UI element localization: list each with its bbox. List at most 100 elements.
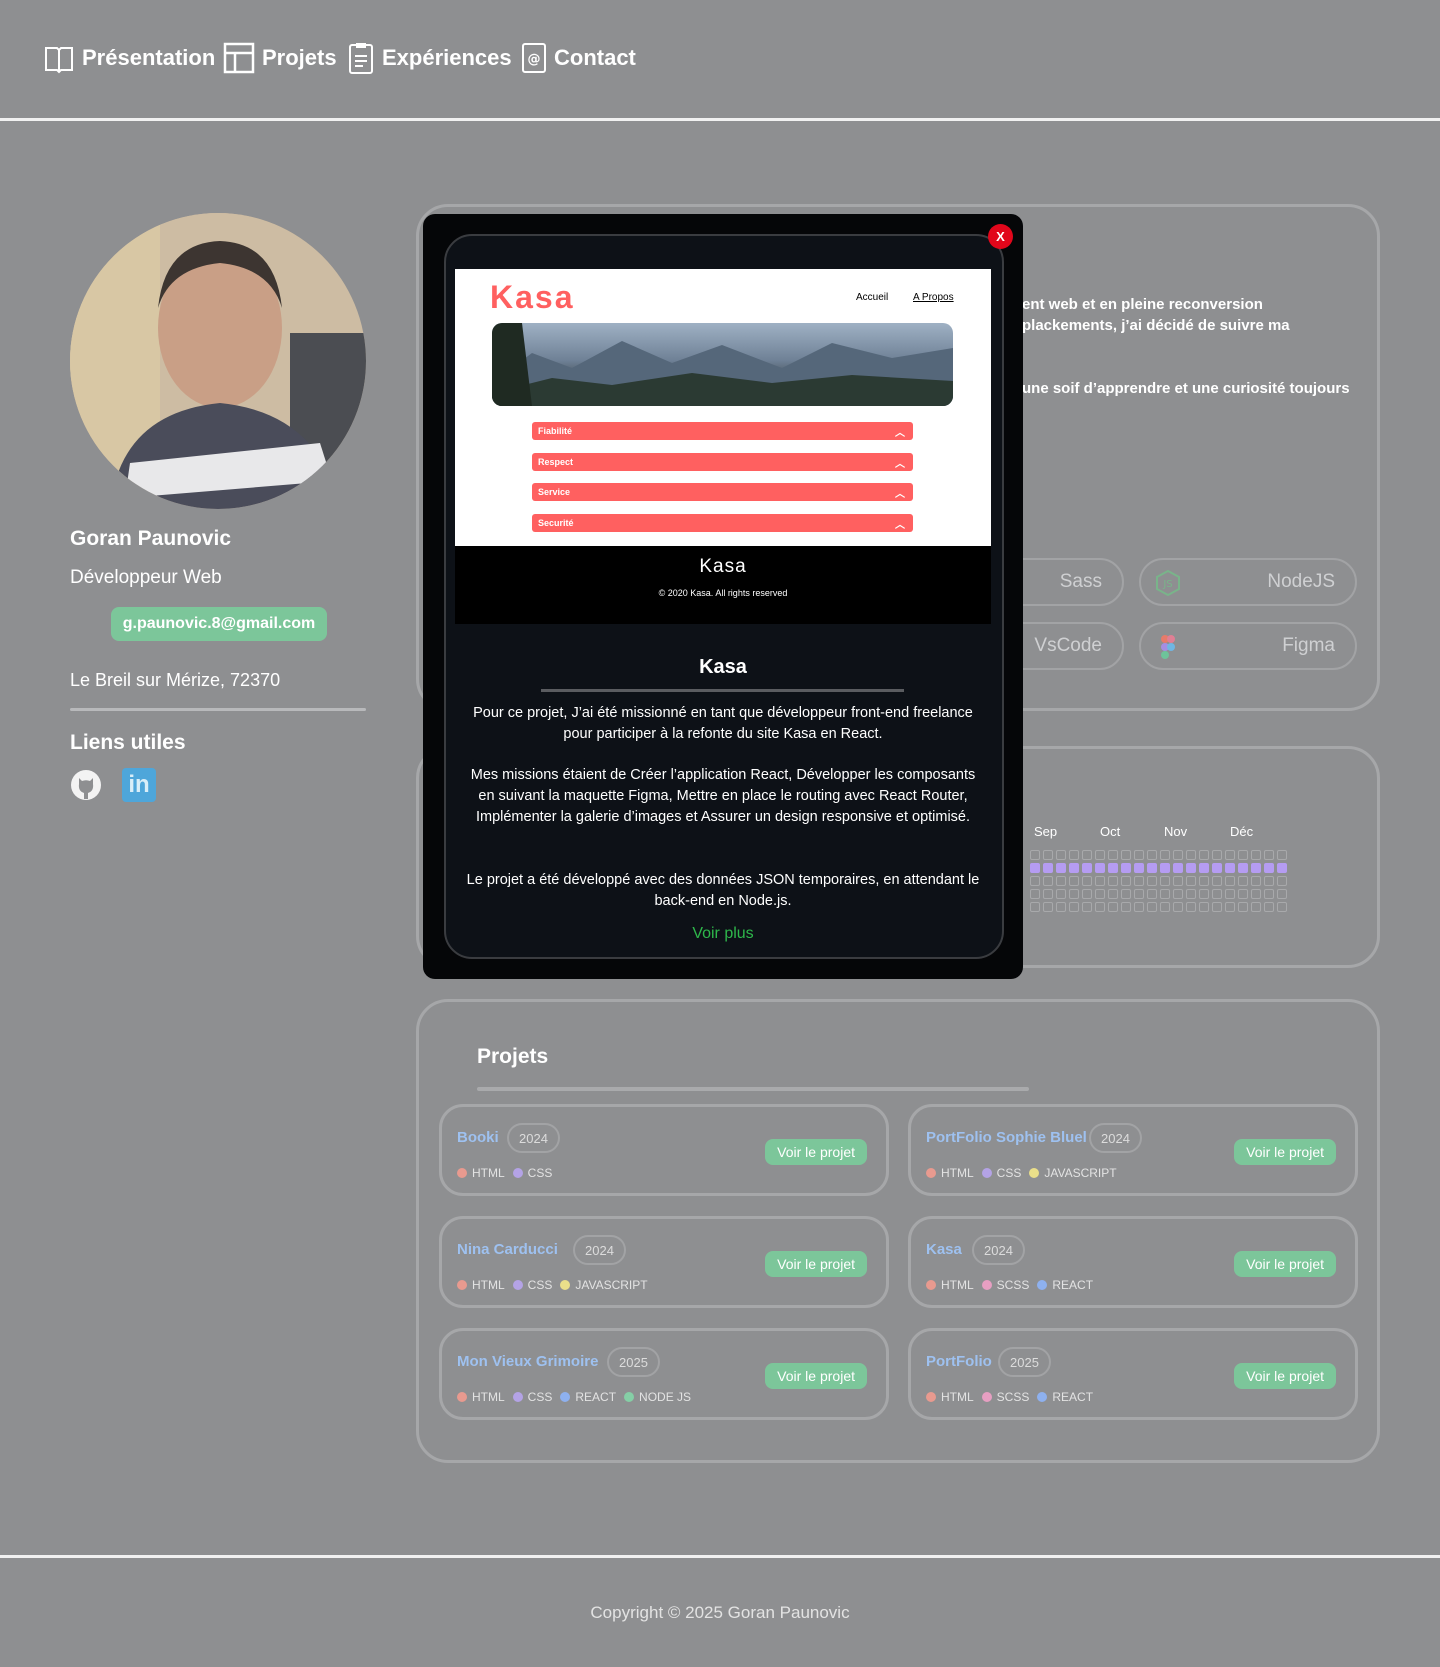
github-icon[interactable] <box>70 769 102 801</box>
tag-label: CSS <box>996 1166 1022 1180</box>
activity-cell <box>1186 850 1196 860</box>
tag-label: SCSS <box>996 1390 1030 1404</box>
activity-cell <box>1095 876 1105 886</box>
activity-cell <box>1043 876 1053 886</box>
activity-cell <box>1199 902 1209 912</box>
copyright: Copyright © 2025 Goran Paunovic <box>590 1603 850 1622</box>
nav-presentation[interactable]: Présentation <box>43 42 215 74</box>
activity-cell <box>1277 863 1287 873</box>
activity-cell <box>1069 850 1079 860</box>
activity-cell <box>1251 850 1261 860</box>
svg-text:JS: JS <box>1162 579 1172 590</box>
kasa-accordion: Securité ︿ <box>532 514 913 532</box>
activity-cell <box>1264 876 1274 886</box>
activity-cell <box>1225 889 1235 899</box>
links-title: Liens utiles <box>70 731 186 754</box>
activity-cell <box>1147 889 1157 899</box>
email-badge[interactable]: g.paunovic.8@gmail.com <box>111 607 327 641</box>
kasa-nav-item: A Propos <box>913 292 954 303</box>
kasa-accordion: Service ︿ <box>532 483 913 501</box>
activity-cell <box>1030 850 1040 860</box>
activity-cell <box>1095 889 1105 899</box>
linkedin-icon[interactable]: in <box>122 768 156 802</box>
chevron-up-icon: ︿ <box>895 428 905 439</box>
tag-label: HTML <box>941 1390 974 1404</box>
avatar <box>70 213 366 509</box>
view-project-button[interactable]: Voir le projet <box>1234 1363 1336 1389</box>
modal-title: Kasa <box>699 656 747 678</box>
activity-cell <box>1199 876 1209 886</box>
activity-cell <box>1056 850 1066 860</box>
activity-cell <box>1121 889 1131 899</box>
view-project-button[interactable]: Voir le projet <box>765 1251 867 1277</box>
activity-cell <box>1199 863 1209 873</box>
kasa-footer: Kasa © 2020 Kasa. All rights reserved <box>455 546 991 624</box>
activity-cell <box>1160 902 1170 912</box>
project-title: Mon Vieux Grimoire <box>457 1353 599 1370</box>
activity-grid <box>1030 850 1287 912</box>
activity-cell <box>1095 902 1105 912</box>
tech-tag: CSS <box>512 1390 552 1404</box>
tag-dot <box>981 1392 992 1402</box>
nav-label: Contact <box>554 45 636 70</box>
svg-text:@: @ <box>528 52 541 67</box>
project-tags: HTML CSS JAVASCRIPT <box>457 1278 656 1292</box>
see-more-link[interactable]: Voir plus <box>423 925 1023 943</box>
tech-tag: HTML <box>457 1278 505 1292</box>
project-screenshot: Kasa Accueil A Propos Fiabilité ︿ Respect… <box>455 269 991 624</box>
view-project-button[interactable]: Voir le projet <box>1234 1251 1336 1277</box>
activity-cell <box>1225 902 1235 912</box>
project-title: Kasa <box>926 1241 962 1258</box>
close-button[interactable]: X <box>988 224 1013 249</box>
activity-cell <box>1199 850 1209 860</box>
tag-dot <box>560 1280 571 1290</box>
nav-projets[interactable]: Projets <box>223 42 337 74</box>
nav-experiences[interactable]: Expériences <box>347 42 512 74</box>
activity-cell <box>1212 902 1222 912</box>
activity-cell <box>1212 876 1222 886</box>
view-project-button[interactable]: Voir le projet <box>765 1139 867 1165</box>
projects-divider <box>477 1087 1029 1091</box>
top-nav: Présentation Projets Expériences @ Conta… <box>0 0 1440 121</box>
chevron-up-icon: ︿ <box>895 459 905 470</box>
activity-cell <box>1173 902 1183 912</box>
clipboard-icon <box>349 43 373 74</box>
month-label: Nov <box>1164 824 1188 839</box>
view-project-button[interactable]: Voir le projet <box>1234 1139 1336 1165</box>
activity-cell <box>1186 863 1196 873</box>
tag-label: HTML <box>472 1166 505 1180</box>
activity-cell <box>1199 889 1209 899</box>
at-sign-icon: @ <box>522 43 546 73</box>
activity-cell <box>1121 902 1131 912</box>
nodejs-icon: JS <box>1156 570 1180 596</box>
accordion-label: Respect <box>538 457 574 467</box>
project-card: Booki 2024 HTML CSS Voir le projet <box>439 1104 889 1196</box>
tech-tag: SCSS <box>981 1278 1029 1292</box>
tech-tag: JAVASCRIPT <box>1029 1166 1117 1180</box>
tag-label: HTML <box>472 1390 505 1404</box>
kasa-footer-copy: © 2020 Kasa. All rights reserved <box>658 588 788 598</box>
sidebar-divider <box>70 708 366 711</box>
layout-icon <box>223 42 255 74</box>
activity-cell <box>1108 889 1118 899</box>
about-line: une soif d’apprendre et une curiosité to… <box>1022 380 1350 397</box>
tech-tag: CSS <box>981 1166 1022 1180</box>
activity-cell <box>1069 876 1079 886</box>
tech-tag: CSS <box>512 1278 552 1292</box>
project-year: 2024 <box>573 1235 626 1265</box>
nav-label: Expériences <box>382 45 512 70</box>
kasa-accordion: Respect ︿ <box>532 453 913 471</box>
about-line: plackements, j’ai décidé de suivre ma <box>1022 317 1290 334</box>
tag-label: JAVASCRIPT <box>1044 1166 1117 1180</box>
accordion-label: Securité <box>538 518 574 528</box>
view-project-button[interactable]: Voir le projet <box>765 1363 867 1389</box>
activity-cell <box>1251 902 1261 912</box>
activity-cell <box>1095 863 1105 873</box>
project-tags: HTML SCSS REACT <box>926 1278 1101 1292</box>
modal-paragraph: Pour ce projet, J’ai été missionné en ta… <box>473 705 973 742</box>
skill-label: Sass <box>1059 571 1102 592</box>
activity-cell <box>1251 863 1261 873</box>
activity-cell <box>1173 889 1183 899</box>
nav-contact[interactable]: @ Contact <box>521 42 636 74</box>
modal-paragraph: Mes missions étaient de Créer l’applicat… <box>470 767 976 825</box>
